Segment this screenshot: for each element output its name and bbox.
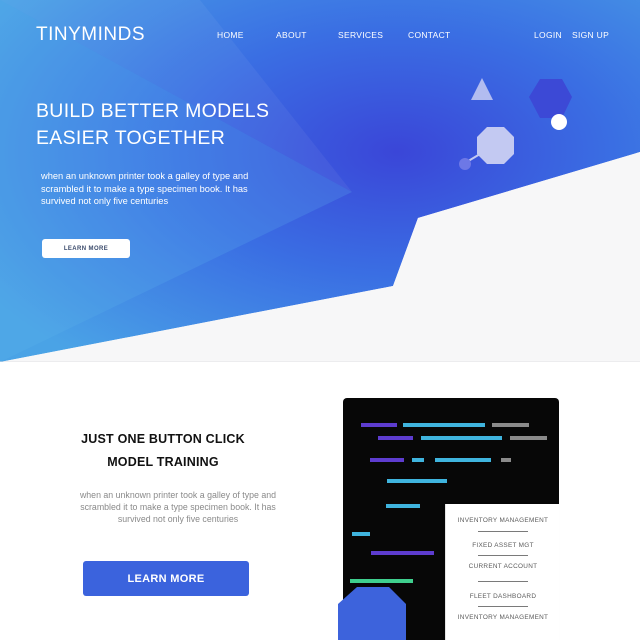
hero-title-line1: BUILD BETTER MODELS	[36, 100, 270, 122]
feature-title: JUST ONE BUTTON CLICK MODEL TRAINING	[42, 428, 284, 474]
feature-learn-more-button[interactable]: LEARN MORE	[83, 561, 249, 596]
code-line	[370, 458, 404, 462]
code-line	[501, 458, 511, 462]
login-link[interactable]: LOGIN	[534, 30, 562, 40]
nav-about[interactable]: ABOUT	[276, 30, 307, 40]
code-line	[386, 504, 420, 508]
menu-item-fixed-asset[interactable]: FIXED ASSET MGT	[446, 542, 560, 549]
code-line	[421, 436, 502, 440]
menu-item-current-account[interactable]: CURRENT ACCOUNT	[446, 563, 560, 570]
code-line	[412, 458, 424, 462]
code-line	[371, 551, 434, 555]
code-line	[510, 436, 547, 440]
menu-card: INVENTORY MANAGEMENT FIXED ASSET MGT CUR…	[445, 504, 559, 640]
hero-learn-more-button[interactable]: LEARN MORE	[42, 239, 130, 258]
hero-title: BUILD BETTER MODELS EASIER TOGETHER	[36, 98, 356, 152]
brand-logo[interactable]: TINYMINDS	[36, 24, 145, 46]
menu-divider	[478, 531, 528, 532]
menu-item-inventory-2[interactable]: INVENTORY MANAGEMENT	[446, 614, 560, 621]
signup-link[interactable]: SIGN UP	[572, 30, 609, 40]
code-line	[403, 423, 485, 427]
menu-item-fleet-dashboard[interactable]: FLEET DASHBOARD	[446, 593, 560, 600]
octagon-shape-light	[477, 127, 514, 164]
small-dot	[459, 158, 471, 170]
hero-title-line2: EASIER TOGETHER	[36, 127, 226, 149]
top-nav: TINYMINDS HOME ABOUT SERVICES CONTACT LO…	[0, 0, 640, 70]
feature-title-line2: MODEL TRAINING	[107, 455, 219, 469]
code-line	[352, 532, 370, 536]
code-line	[361, 423, 397, 427]
nav-services[interactable]: SERVICES	[338, 30, 383, 40]
code-line	[492, 423, 529, 427]
feature-title-line1: JUST ONE BUTTON CLICK	[81, 432, 245, 446]
nav-home[interactable]: HOME	[217, 30, 244, 40]
hero-section: TINYMINDS HOME ABOUT SERVICES CONTACT LO…	[0, 0, 640, 362]
code-line	[378, 436, 413, 440]
menu-item-inventory[interactable]: INVENTORY MANAGEMENT	[446, 517, 560, 524]
feature-description: when an unknown printer took a galley of…	[79, 490, 277, 524]
code-line	[350, 579, 413, 583]
menu-divider	[478, 555, 528, 556]
white-dot	[551, 114, 567, 130]
nav-contact[interactable]: CONTACT	[408, 30, 451, 40]
code-line	[387, 479, 447, 483]
menu-divider	[478, 581, 528, 582]
code-line	[435, 458, 491, 462]
menu-divider	[478, 606, 528, 607]
hero-description: when an unknown printer took a galley of…	[41, 171, 249, 206]
